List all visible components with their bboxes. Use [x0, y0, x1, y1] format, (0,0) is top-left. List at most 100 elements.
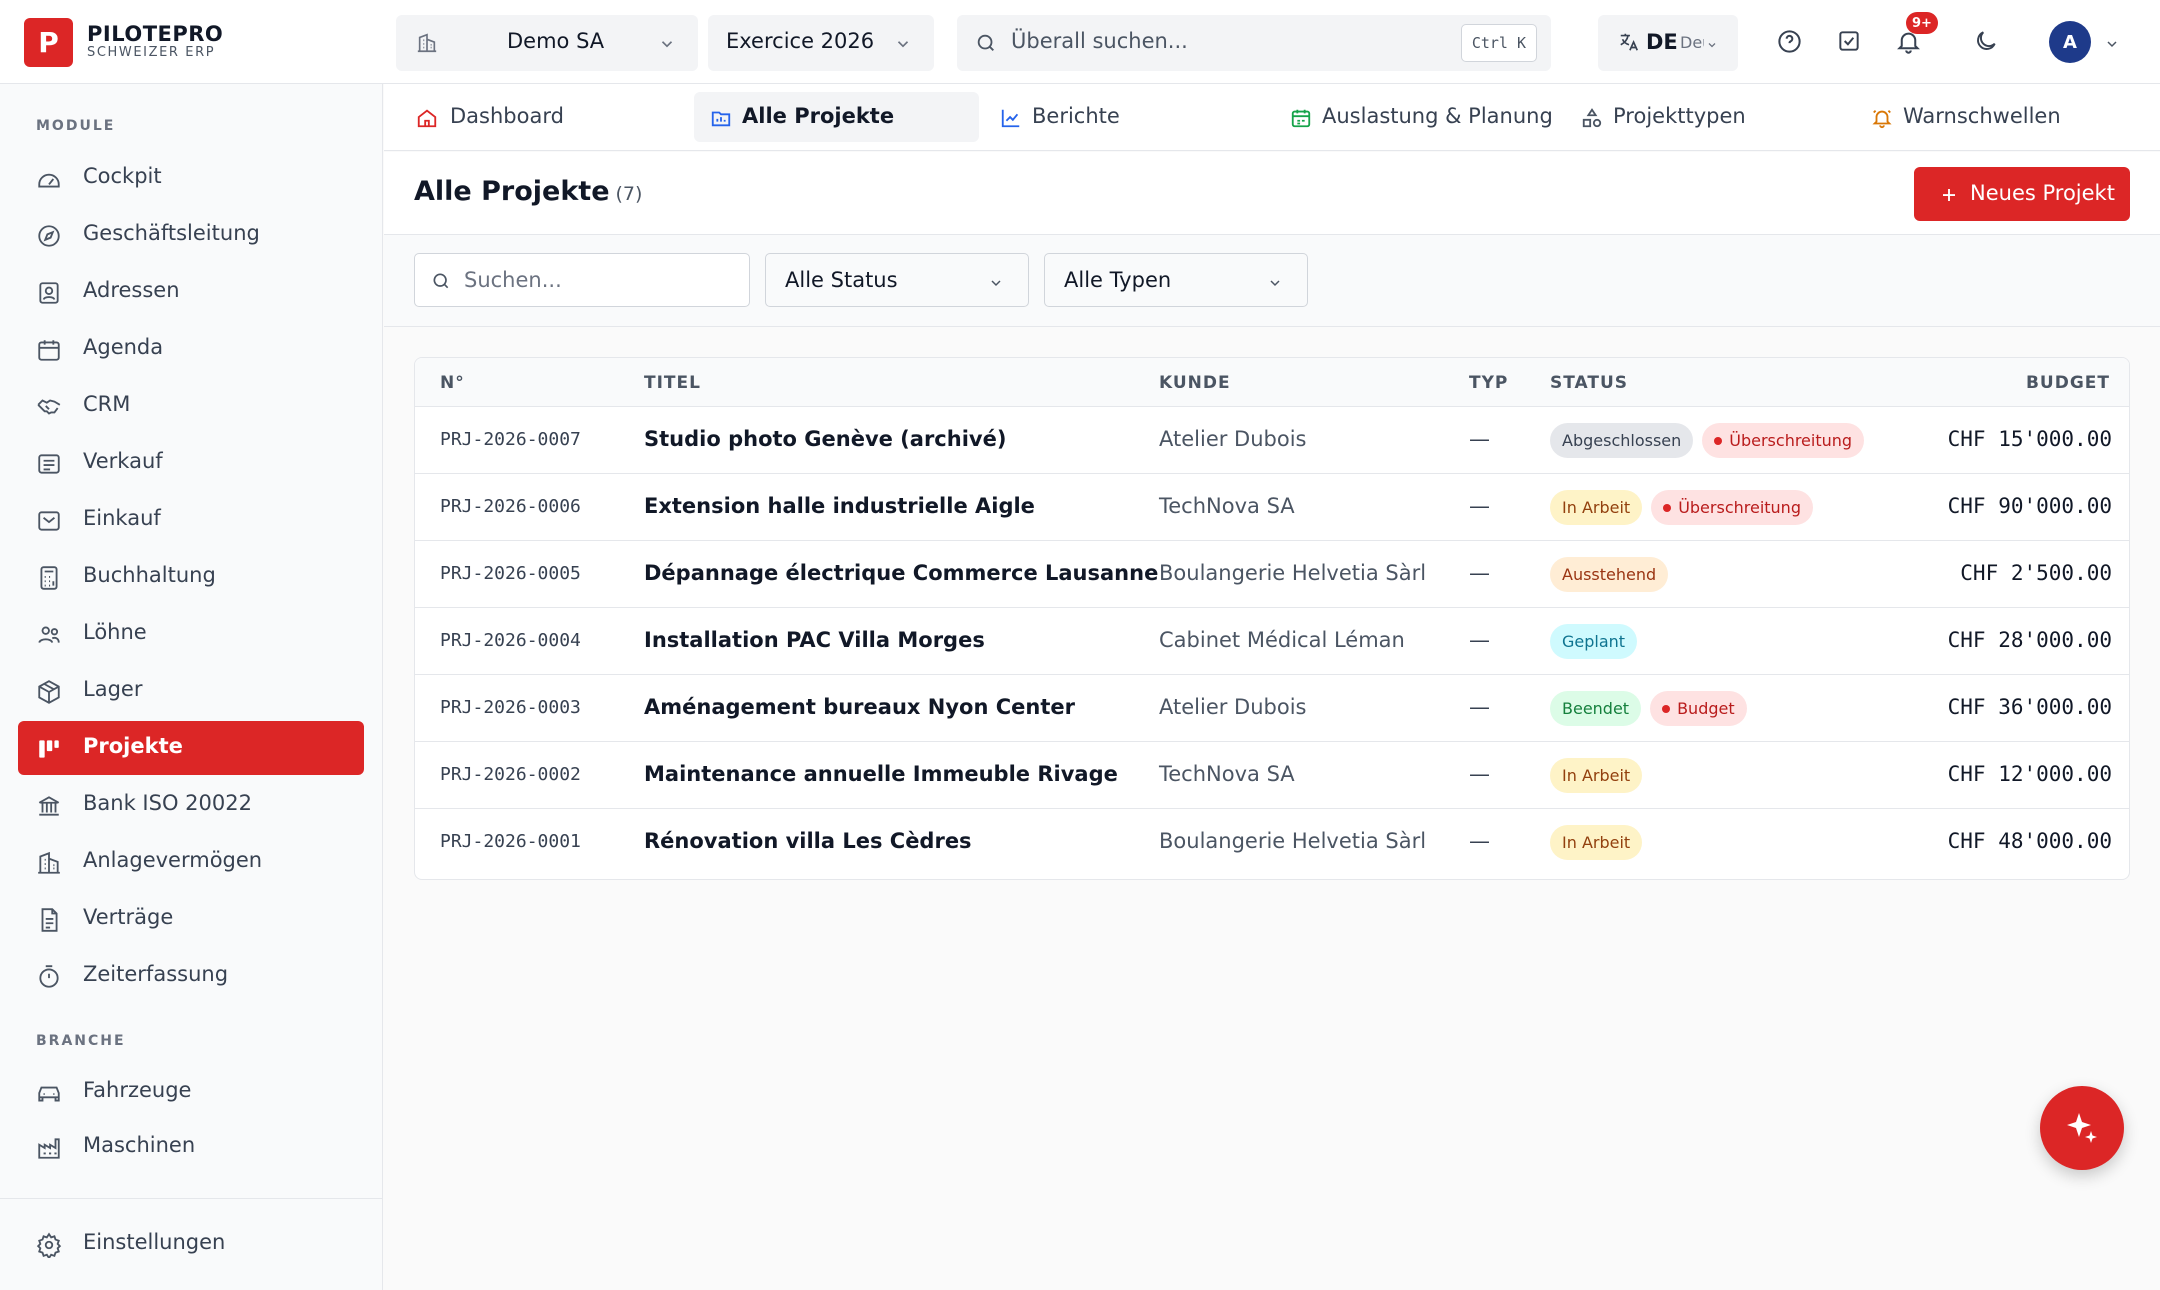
- user-avatar[interactable]: A: [2049, 21, 2091, 63]
- sidebar-item-fahrzeuge[interactable]: Fahrzeuge: [18, 1065, 364, 1119]
- sidebar-item-label: Cockpit: [83, 164, 162, 188]
- project-number: PRJ-2026-0001: [440, 831, 581, 852]
- document-icon: [36, 907, 62, 933]
- app-logo[interactable]: P: [24, 18, 73, 67]
- sidebar-item-agenda[interactable]: Agenda: [18, 322, 364, 376]
- sidebar-item-verkauf[interactable]: Verkauf: [18, 436, 364, 490]
- sidebar-item-vertraege[interactable]: Verträge: [18, 892, 364, 946]
- tab-label: Alle Projekte: [742, 104, 895, 128]
- type-filter-select[interactable]: Alle Typen: [1044, 253, 1308, 307]
- sidebar-item-buchhaltung[interactable]: Buchhaltung: [18, 550, 364, 604]
- new-project-button[interactable]: Neues Projekt: [1914, 167, 2130, 221]
- sidebar-item-label: Geschäftsleitung: [83, 221, 260, 245]
- module-tabs: Dashboard Alle Projekte Berichte Auslast…: [384, 84, 2160, 151]
- column-header-status[interactable]: STATUS: [1550, 373, 1628, 393]
- contact-icon: [36, 280, 62, 306]
- project-search-input[interactable]: Suchen...: [414, 253, 750, 307]
- project-customer: Boulangerie Helvetia Sàrl: [1159, 561, 1427, 585]
- tab-label: Dashboard: [450, 104, 564, 128]
- moon-icon[interactable]: [1973, 28, 1999, 54]
- status-badge-label: In Arbeit: [1562, 833, 1631, 852]
- brand-subtitle: SCHWEIZER ERP: [87, 45, 216, 60]
- table-row[interactable]: PRJ-2026-0005 Dépannage électrique Commer…: [415, 541, 2129, 608]
- project-status-cell: Beendet Budget: [1550, 691, 1747, 726]
- fiscal-year-select[interactable]: Exercice 2026: [708, 15, 934, 71]
- package-icon: [36, 679, 62, 705]
- table-row[interactable]: PRJ-2026-0002 Maintenance annuelle Immeub…: [415, 742, 2129, 809]
- chevron-down-icon: [988, 275, 1004, 291]
- top-bar: P PILOTEPRO SCHWEIZER ERP Demo SA Exerci…: [0, 0, 2160, 84]
- sidebar-item-anlagevermoegen[interactable]: Anlagevermögen: [18, 835, 364, 889]
- column-header-budget[interactable]: BUDGET: [2026, 373, 2110, 393]
- project-status-cell: In Arbeit Überschreitung: [1550, 490, 1813, 525]
- column-header-kunde[interactable]: KUNDE: [1159, 373, 1231, 393]
- project-customer: Atelier Dubois: [1159, 695, 1307, 719]
- ai-assistant-button[interactable]: [2040, 1086, 2124, 1170]
- tab-auslastung-planung[interactable]: Auslastung & Planung: [1274, 92, 1564, 142]
- project-type: —: [1469, 762, 1490, 786]
- users-icon: [36, 622, 62, 648]
- sidebar-item-label: CRM: [83, 392, 131, 416]
- project-type: —: [1469, 427, 1490, 451]
- global-search-placeholder: Überall suchen...: [1011, 29, 1188, 53]
- status-badge: In Arbeit: [1550, 758, 1643, 793]
- status-badge: Abgeschlossen: [1550, 423, 1694, 458]
- tab-alle-projekte[interactable]: Alle Projekte: [694, 92, 979, 142]
- inbox-icon: [36, 508, 62, 534]
- sidebar-item-projekte[interactable]: Projekte: [18, 721, 364, 775]
- sparkles-icon: [2067, 1113, 2097, 1143]
- sidebar-item-einstellungen[interactable]: Einstellungen: [18, 1217, 364, 1271]
- building-icon: [416, 32, 438, 54]
- help-icon[interactable]: [1776, 28, 1803, 55]
- tasks-icon[interactable]: [1836, 28, 1862, 54]
- sidebar-item-crm[interactable]: CRM: [18, 379, 364, 433]
- sidebar-item-zeiterfassung[interactable]: Zeiterfassung: [18, 949, 364, 1003]
- table-row[interactable]: PRJ-2026-0007 Studio photo Genève (archiv…: [415, 407, 2129, 474]
- chevron-down-icon: [658, 35, 676, 53]
- status-dot-icon: [1714, 436, 1723, 445]
- column-header-typ[interactable]: TYP: [1469, 373, 1508, 393]
- projects-table: N° TITEL KUNDE TYP STATUS BUDGET PRJ-202…: [414, 357, 2130, 880]
- project-status-cell: Abgeschlossen Überschreitung: [1550, 423, 1865, 458]
- tab-projekttypen[interactable]: Projekttypen: [1565, 92, 1855, 142]
- project-type: —: [1469, 628, 1490, 652]
- sidebar-item-label: Agenda: [83, 335, 164, 359]
- project-number: PRJ-2026-0005: [440, 563, 581, 584]
- chevron-down-icon[interactable]: [2104, 36, 2120, 52]
- sidebar-item-geschaeftsleitung[interactable]: Geschäftsleitung: [18, 208, 364, 262]
- sidebar-item-adressen[interactable]: Adressen: [18, 265, 364, 319]
- table-row[interactable]: PRJ-2026-0006 Extension halle industriell…: [415, 474, 2129, 541]
- status-filter-select[interactable]: Alle Status: [765, 253, 1029, 307]
- plus-icon: [1940, 186, 1958, 204]
- sidebar-item-label: Buchhaltung: [83, 563, 216, 587]
- tab-dashboard[interactable]: Dashboard: [384, 92, 674, 142]
- sidebar-item-einkauf[interactable]: Einkauf: [18, 493, 364, 547]
- table-row[interactable]: PRJ-2026-0001 Rénovation villa Les Cèdres…: [415, 809, 2129, 876]
- tab-berichte[interactable]: Berichte: [984, 92, 1274, 142]
- table-row[interactable]: PRJ-2026-0003 Aménagement bureaux Nyon Ce…: [415, 675, 2129, 742]
- tab-label: Berichte: [1032, 104, 1120, 128]
- bank-icon: [36, 793, 62, 819]
- company-select[interactable]: Demo SA: [396, 15, 698, 71]
- sidebar-item-loehne[interactable]: Löhne: [18, 607, 364, 661]
- project-customer: Boulangerie Helvetia Sàrl: [1159, 829, 1427, 853]
- column-header-nr[interactable]: N°: [440, 373, 465, 393]
- status-badge-label: Geplant: [1562, 632, 1626, 651]
- sidebar-item-bank[interactable]: Bank ISO 20022: [18, 778, 364, 832]
- timer-icon: [36, 964, 62, 990]
- global-search-input[interactable]: Überall suchen... Ctrl K: [957, 15, 1551, 71]
- project-budget: CHF 90'000.00: [1947, 494, 2112, 518]
- project-title: Dépannage électrique Commerce Lausanne: [644, 561, 1159, 585]
- factory-icon: [36, 1135, 62, 1161]
- column-header-titel[interactable]: TITEL: [644, 373, 701, 393]
- sidebar-divider: [0, 1198, 383, 1199]
- tab-warnschwellen[interactable]: Warnschwellen: [1855, 92, 2145, 142]
- project-customer: TechNova SA: [1159, 494, 1295, 518]
- status-badge: Ausstehend: [1550, 557, 1669, 592]
- language-select[interactable]: DE Deutsch: [1598, 15, 1738, 71]
- sidebar-item-lager[interactable]: Lager: [18, 664, 364, 718]
- sidebar-item-maschinen[interactable]: Maschinen: [18, 1120, 364, 1174]
- table-row[interactable]: PRJ-2026-0004 Installation PAC Villa Morg…: [415, 608, 2129, 675]
- building-icon: [36, 850, 62, 876]
- sidebar-item-cockpit[interactable]: Cockpit: [18, 151, 364, 205]
